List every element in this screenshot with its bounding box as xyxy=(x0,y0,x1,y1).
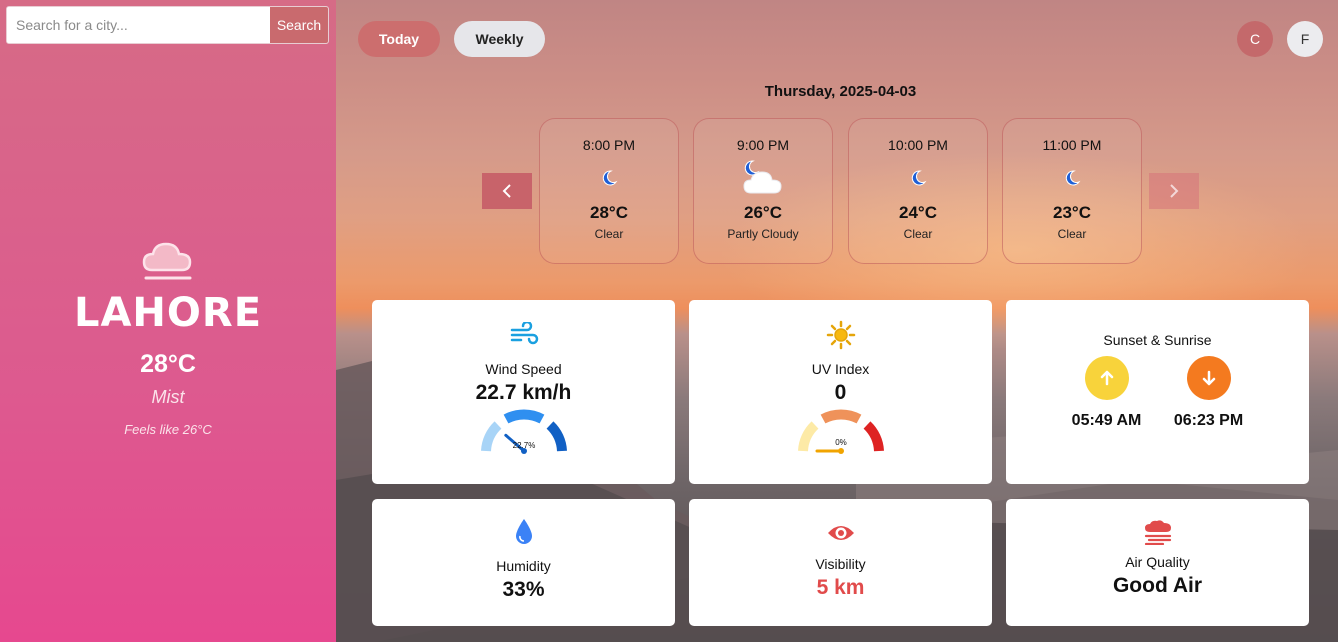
wind-label: Wind Speed xyxy=(485,361,562,377)
wind-value: 22.7 km/h xyxy=(475,381,572,404)
smog-icon xyxy=(1144,520,1171,546)
celsius-button[interactable]: C xyxy=(1237,21,1273,57)
sunset-badge xyxy=(1186,356,1231,400)
hour-desc: Clear xyxy=(903,227,933,241)
hourly-card: 8:00 PM 28°C Clear xyxy=(539,118,679,264)
uv-card: UV Index 0 0% xyxy=(689,300,992,484)
moon-icon xyxy=(602,170,618,186)
moon-icon xyxy=(1065,170,1081,186)
wind-gauge: 22.7% xyxy=(480,409,567,454)
feels-like: Feels like 26°C xyxy=(124,422,212,437)
arrow-up-icon xyxy=(1100,370,1113,386)
wind-card: Wind Speed 22.7 km/h 22.7% xyxy=(372,300,675,484)
hour-temp: 24°C xyxy=(899,203,937,222)
hour-temp: 28°C xyxy=(590,203,628,222)
search-button[interactable]: Search xyxy=(270,7,328,43)
uv-gauge-text: 0% xyxy=(835,438,847,447)
current-weather: LAHORE 28°C Mist Feels like 26°C xyxy=(0,236,336,437)
uv-value: 0 xyxy=(834,381,847,404)
hourly-card: 11:00 PM 23°C Clear xyxy=(1002,118,1142,264)
sidebar: Search LAHORE 28°C Mist Feels like 26°C xyxy=(0,0,336,642)
fahrenheit-button[interactable]: F xyxy=(1287,21,1323,57)
search-bar: Search xyxy=(6,6,329,44)
air-quality-card: Air Quality Good Air xyxy=(1006,499,1309,626)
sun-icon xyxy=(826,320,855,350)
hourly-card: 9:00 PM 26°C Partly Cloudy xyxy=(693,118,833,264)
current-condition: Mist xyxy=(151,387,185,407)
eye-icon xyxy=(827,526,854,540)
cloud-icon xyxy=(142,242,192,280)
hour-temp: 23°C xyxy=(1053,203,1091,222)
search-input[interactable] xyxy=(7,7,270,43)
main-panel: Today Weekly C F Thursday, 2025-04-03 8:… xyxy=(336,0,1338,642)
uv-gauge: 0% xyxy=(797,409,884,454)
air-quality-value: Good Air xyxy=(1112,574,1203,597)
droplet-icon xyxy=(515,519,532,544)
city-name: LAHORE xyxy=(73,290,263,336)
hour-desc: Clear xyxy=(594,227,624,241)
sunset-time: 06:23 PM xyxy=(1173,412,1244,429)
moon-icon xyxy=(911,170,927,186)
wind-icon xyxy=(510,320,538,345)
current-temperature: 28°C xyxy=(140,350,196,378)
hour-temp: 26°C xyxy=(744,203,782,222)
humidity-card: Humidity 33% xyxy=(372,499,675,626)
sunrise-block: 05:49 AM xyxy=(1067,356,1147,430)
wind-gauge-text: 22.7% xyxy=(512,441,535,450)
visibility-label: Visibility xyxy=(815,556,866,572)
hour-time: 10:00 PM xyxy=(888,137,948,153)
uv-label: UV Index xyxy=(811,361,870,377)
date-title: Thursday, 2025-04-03 xyxy=(764,83,917,100)
hour-time: 11:00 PM xyxy=(1042,137,1102,153)
humidity-label: Humidity xyxy=(496,558,551,574)
sunset-block: 06:23 PM xyxy=(1169,356,1249,430)
sunrise-badge xyxy=(1084,356,1129,400)
chevron-right-icon xyxy=(1170,184,1179,198)
visibility-card: Visibility 5 km xyxy=(689,499,992,626)
air-quality-label: Air Quality xyxy=(1125,554,1190,570)
previous-hours-button[interactable] xyxy=(482,173,532,209)
humidity-value: 33% xyxy=(502,578,545,601)
sun-label: Sunset & Sunrise xyxy=(1103,332,1212,348)
partly-cloudy-night-icon xyxy=(743,160,782,194)
chevron-left-icon xyxy=(502,184,511,198)
tab-today[interactable]: Today xyxy=(358,21,440,57)
arrow-down-icon xyxy=(1202,370,1215,386)
hour-desc: Partly Cloudy xyxy=(727,227,799,241)
next-hours-button[interactable] xyxy=(1149,173,1199,209)
sunrise-time: 05:49 AM xyxy=(1071,412,1142,429)
visibility-value: 5 km xyxy=(816,576,865,599)
hour-time: 9:00 PM xyxy=(736,137,790,153)
hour-desc: Clear xyxy=(1057,227,1087,241)
tab-weekly[interactable]: Weekly xyxy=(454,21,545,57)
hour-time: 8:00 PM xyxy=(582,137,636,153)
hourly-card: 10:00 PM 24°C Clear xyxy=(848,118,988,264)
sun-card: Sunset & Sunrise 05:49 AM 06:23 PM xyxy=(1006,300,1309,484)
